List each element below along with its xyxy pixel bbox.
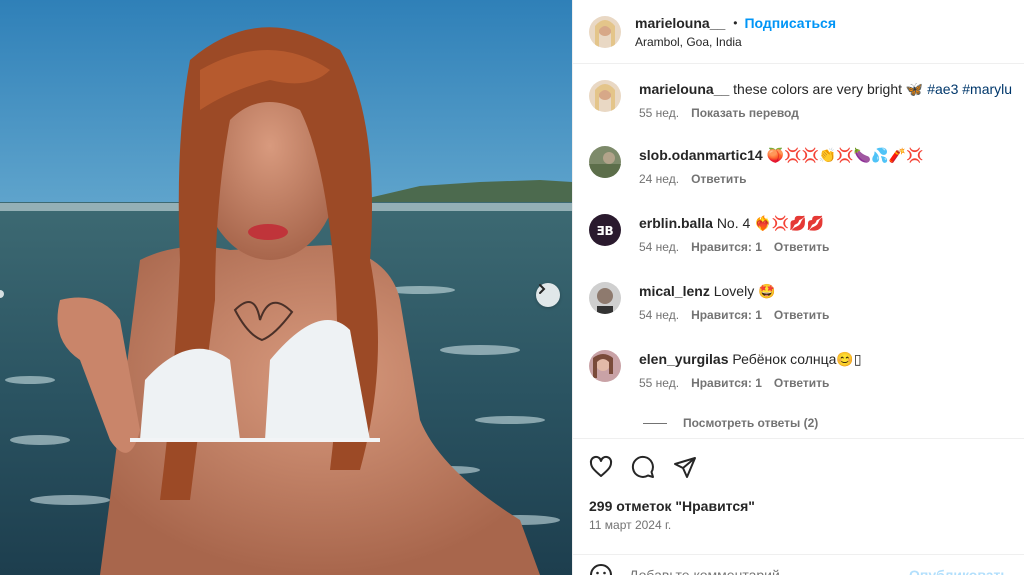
comment-item: mical_lenz Lovely 🤩 54 нед. Нравится: 1 … [589,282,829,322]
commenter-avatar[interactable] [589,146,621,178]
post-header: marielouna__ • Подписаться Arambol, Goa,… [573,0,1024,64]
view-replies-button[interactable]: Посмотреть ответы (2) [643,416,818,430]
post-photo[interactable] [0,0,572,575]
comment-item: slob.odanmartic14 🍑💢💢👏💢🍆💦🧨💢 24 нед. Отве… [589,146,923,186]
comment-text: No. 4 ❤️‍🔥💢💋💋 [716,215,824,231]
share-icon[interactable] [673,455,699,481]
comment-time[interactable]: 54 нед. [639,308,679,322]
translate-button[interactable]: Показать перевод [691,106,799,120]
comment-text: 🍑💢💢👏💢🍆💦🧨💢 [766,147,924,163]
comment-username[interactable]: erblin.balla [639,215,713,231]
likes-count[interactable]: 299 отметок "Нравится" [589,498,755,514]
post-side-panel: marielouna__ • Подписаться Arambol, Goa,… [572,0,1024,575]
caption-hashtags[interactable]: #ae3 #marylu [927,81,1012,97]
svg-text:ƎB: ƎB [596,224,613,238]
next-photo-button[interactable] [536,283,560,307]
likes-count[interactable]: Нравится: 1 [691,240,762,254]
comment-item: ƎB erblin.balla No. 4 ❤️‍🔥💢💋💋 54 нед. Нр… [589,214,829,254]
commenter-avatar[interactable] [589,350,621,382]
add-comment-bar: Опубликовать [573,554,1024,575]
author-avatar[interactable] [589,80,621,112]
chevron-right-icon [539,284,546,294]
post-date: 11 март 2024 г. [589,518,672,532]
comments-list[interactable]: marielouna__ these colors are very brigh… [573,66,1024,438]
heart-icon[interactable] [589,455,615,481]
post-comment-button[interactable]: Опубликовать [909,567,1009,575]
post-dialog: marielouna__ • Подписаться Arambol, Goa,… [0,0,1024,575]
commenter-avatar[interactable] [589,282,621,314]
comment-username[interactable]: slob.odanmartic14 [639,147,763,163]
reply-button[interactable]: Ответить [774,376,829,390]
comment-time[interactable]: 54 нед. [639,240,679,254]
reply-button[interactable]: Ответить [774,308,829,322]
comment-text: Lovely 🤩 [713,283,776,299]
likes-count[interactable]: Нравится: 1 [691,376,762,390]
reply-button[interactable]: Ответить [774,240,829,254]
replies-divider-line [643,422,667,424]
comment-username[interactable]: mical_lenz [639,283,710,299]
comment-username[interactable]: elen_yurgilas [639,351,729,367]
comment-icon[interactable] [631,455,657,481]
caption-body: these colors are very bright 🦋 [733,81,924,97]
caption-time[interactable]: 55 нед. [639,106,679,120]
add-comment-input[interactable] [629,567,929,575]
view-replies-label: Посмотреть ответы (2) [683,416,819,430]
likes-count[interactable]: Нравится: 1 [691,308,762,322]
caption-username[interactable]: marielouna__ [639,81,729,97]
author-avatar[interactable] [589,15,621,48]
reply-button[interactable]: Ответить [691,172,746,186]
author-username[interactable]: marielouna__ [635,15,725,31]
comment-text: Ребёнок солнца😊▯ [732,351,862,367]
post-location[interactable]: Arambol, Goa, India [635,35,836,49]
follow-button[interactable]: Подписаться [744,15,836,31]
separator-dot: • [733,15,738,30]
post-actions: 299 отметок "Нравится" 11 март 2024 г. О… [573,438,1024,575]
comment-time[interactable]: 24 нед. [639,172,679,186]
comment-item: elen_yurgilas Ребёнок солнца😊▯ 55 нед. Н… [589,350,862,390]
caption-text: marielouna__ these colors are very brigh… [639,80,1012,98]
beach-photo-illustration [0,0,572,575]
smiley-icon[interactable] [589,563,613,575]
comment-time[interactable]: 55 нед. [639,376,679,390]
caption-comment: marielouna__ these colors are very brigh… [589,80,1012,120]
commenter-avatar[interactable]: ƎB [589,214,621,246]
